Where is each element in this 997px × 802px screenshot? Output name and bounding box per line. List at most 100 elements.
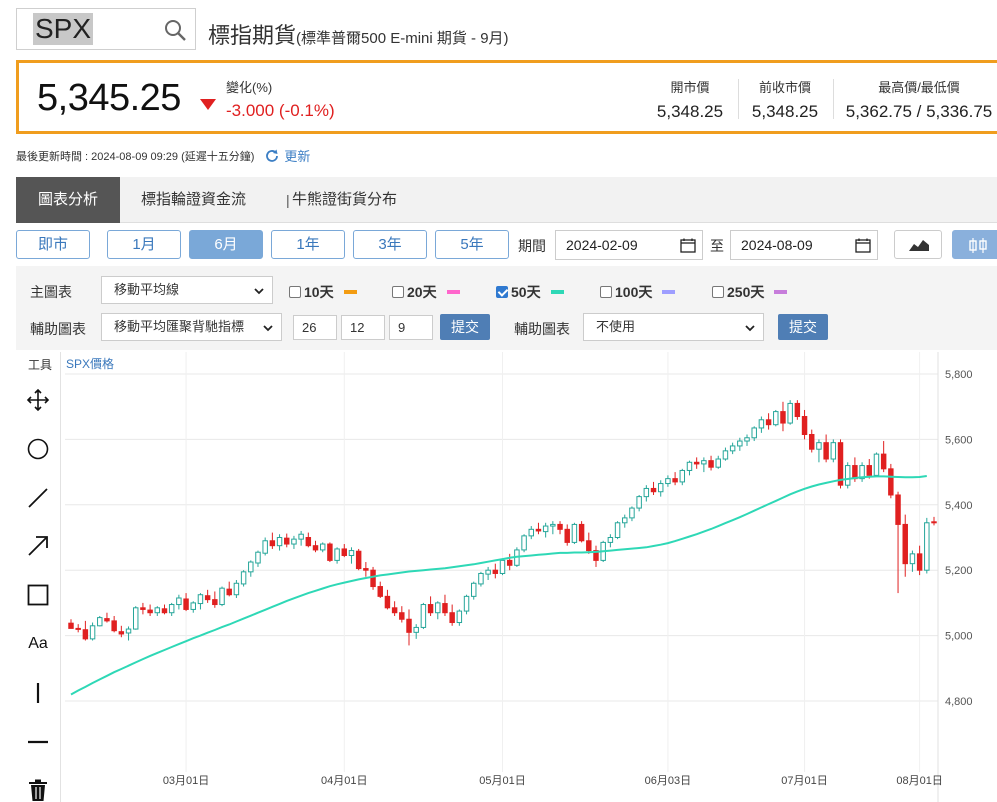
macd-signal-input[interactable]: 9 [389,315,433,340]
candle-up [471,582,477,597]
candle-up [629,507,635,519]
candle-up [262,540,268,554]
candle-down [384,595,391,609]
arrow-tool[interactable] [24,532,52,560]
tab-chart-analysis[interactable]: 圖表分析 [16,177,121,223]
prev-close-value: 5,348.25 [751,102,819,121]
candlestick-chart[interactable]: 5,800 5,600 5,400 5,200 5,000 4,800 03月01日 04月0… [61,352,997,802]
range-button-3y[interactable]: 3年 [353,230,427,259]
candle-up [528,528,534,537]
open-price-value: 5,348.25 [656,102,724,121]
x-tick-label: 04月01日 [321,775,367,787]
product-name: 標指期貨 [208,23,297,48]
candle-up [97,617,103,627]
tab-warrant-money-flow[interactable]: 標指輪證資金流 [141,177,246,223]
refresh-icon[interactable] [264,148,280,164]
candle-down [931,521,937,524]
refresh-button[interactable]: 更新 [284,146,310,165]
tab-separator: | [286,192,290,208]
area-chart-icon [909,240,929,251]
range-button-1m[interactable]: 1月 [107,230,181,259]
main-chart-select[interactable]: 移動平均線 [101,276,273,304]
change-label: 變化(%) [226,80,273,95]
checkbox-checked-icon[interactable] [496,286,508,298]
candle-up [550,523,556,527]
start-date-input[interactable]: 2024-02-09 [555,230,703,260]
candle-down [564,528,570,543]
vertical-line-icon [36,683,40,703]
candle-up [643,487,650,498]
candle-up [722,450,729,460]
candle-up [737,440,743,447]
product-title: 標指期貨(標準普爾500 E-mini 期貨 - 9月) [208,18,509,50]
range-button-1y[interactable]: 1年 [271,230,345,259]
ma-50-swatch [550,290,564,294]
search-icon[interactable] [163,18,187,42]
candle-down [363,568,369,571]
candle-down [449,612,455,624]
delete-tool[interactable] [24,776,52,802]
candle-up [348,550,355,556]
area-chart-type-button[interactable] [894,230,942,259]
range-button-intraday[interactable]: 即市 [16,230,90,259]
rectangle-tool[interactable] [24,581,52,609]
candlestick-chart-type-button[interactable] [952,230,997,259]
vertical-line-tool[interactable] [24,679,52,707]
checkbox-icon[interactable] [600,286,612,298]
submit-button-2[interactable]: 提交 [778,314,828,340]
open-price-label: 開市價 [670,80,710,95]
end-date-input[interactable]: 2024-08-09 [730,230,878,260]
candle-up [176,597,182,606]
calendar-icon[interactable] [680,238,696,253]
price-chart[interactable]: 5,800 5,600 5,400 5,200 5,000 4,800 03月01日 04月0… [60,352,997,802]
ma-50-checkbox[interactable]: 50天 [496,282,564,302]
candle-up [463,595,470,612]
high-low-label: 最高價/最低價 [878,80,960,95]
candle-down [672,478,678,483]
checkbox-icon[interactable] [392,286,404,298]
tab-cbbc-distribution[interactable]: 牛熊證街貨分布 [292,177,397,223]
macd-fast-input[interactable]: 12 [341,315,385,340]
y-tick-label: 5,600 [945,434,973,446]
checkbox-icon[interactable] [712,286,724,298]
range-button-6m[interactable]: 6月 [189,230,263,259]
line-tool[interactable] [24,484,52,512]
calendar-icon[interactable] [855,238,871,253]
candle-down [104,618,110,622]
start-date-value: 2024-02-09 [566,237,638,253]
arrow-icon [28,536,48,556]
checkbox-icon[interactable] [289,286,301,298]
candle-up [248,561,254,573]
ma-10-checkbox[interactable]: 10天 [289,282,357,302]
move-tool[interactable] [24,386,52,414]
candle-down [888,468,894,496]
candle-down [161,608,168,614]
ma-100-swatch [662,290,676,294]
candle-down [355,550,362,570]
candle-up [485,569,491,575]
submit-button[interactable]: 提交 [440,314,490,340]
line-icon [28,488,48,508]
aux-chart-2-select[interactable]: 不使用 [583,313,764,341]
symbol-search-box[interactable]: SPX [16,8,196,50]
ma-20-checkbox[interactable]: 20天 [392,282,460,302]
candle-down [75,627,81,630]
symbol-search-input[interactable]: SPX [33,13,94,45]
ma-250-checkbox[interactable]: 250天 [712,282,788,302]
circle-tool[interactable] [24,435,52,463]
candle-up [665,478,671,485]
candle-down [506,559,513,566]
candle-up [830,442,837,460]
high-low-stat: 最高價/最低價 5,362.75 / 5,336.75 [839,77,997,122]
range-button-5y[interactable]: 5年 [435,230,509,259]
text-tool[interactable]: Aa [24,630,52,658]
high-low-value: 5,362.75 / 5,336.75 [845,102,993,121]
horizontal-line-tool[interactable] [24,728,52,756]
aux-chart-select[interactable]: 移動平均匯聚背馳指標 [101,313,282,341]
ma-100-checkbox[interactable]: 100天 [600,282,676,302]
candle-up [636,496,642,509]
candle-up [787,402,793,424]
candle-down [801,416,808,435]
macd-slow-input[interactable]: 26 [293,315,337,340]
candle-down [708,460,714,468]
